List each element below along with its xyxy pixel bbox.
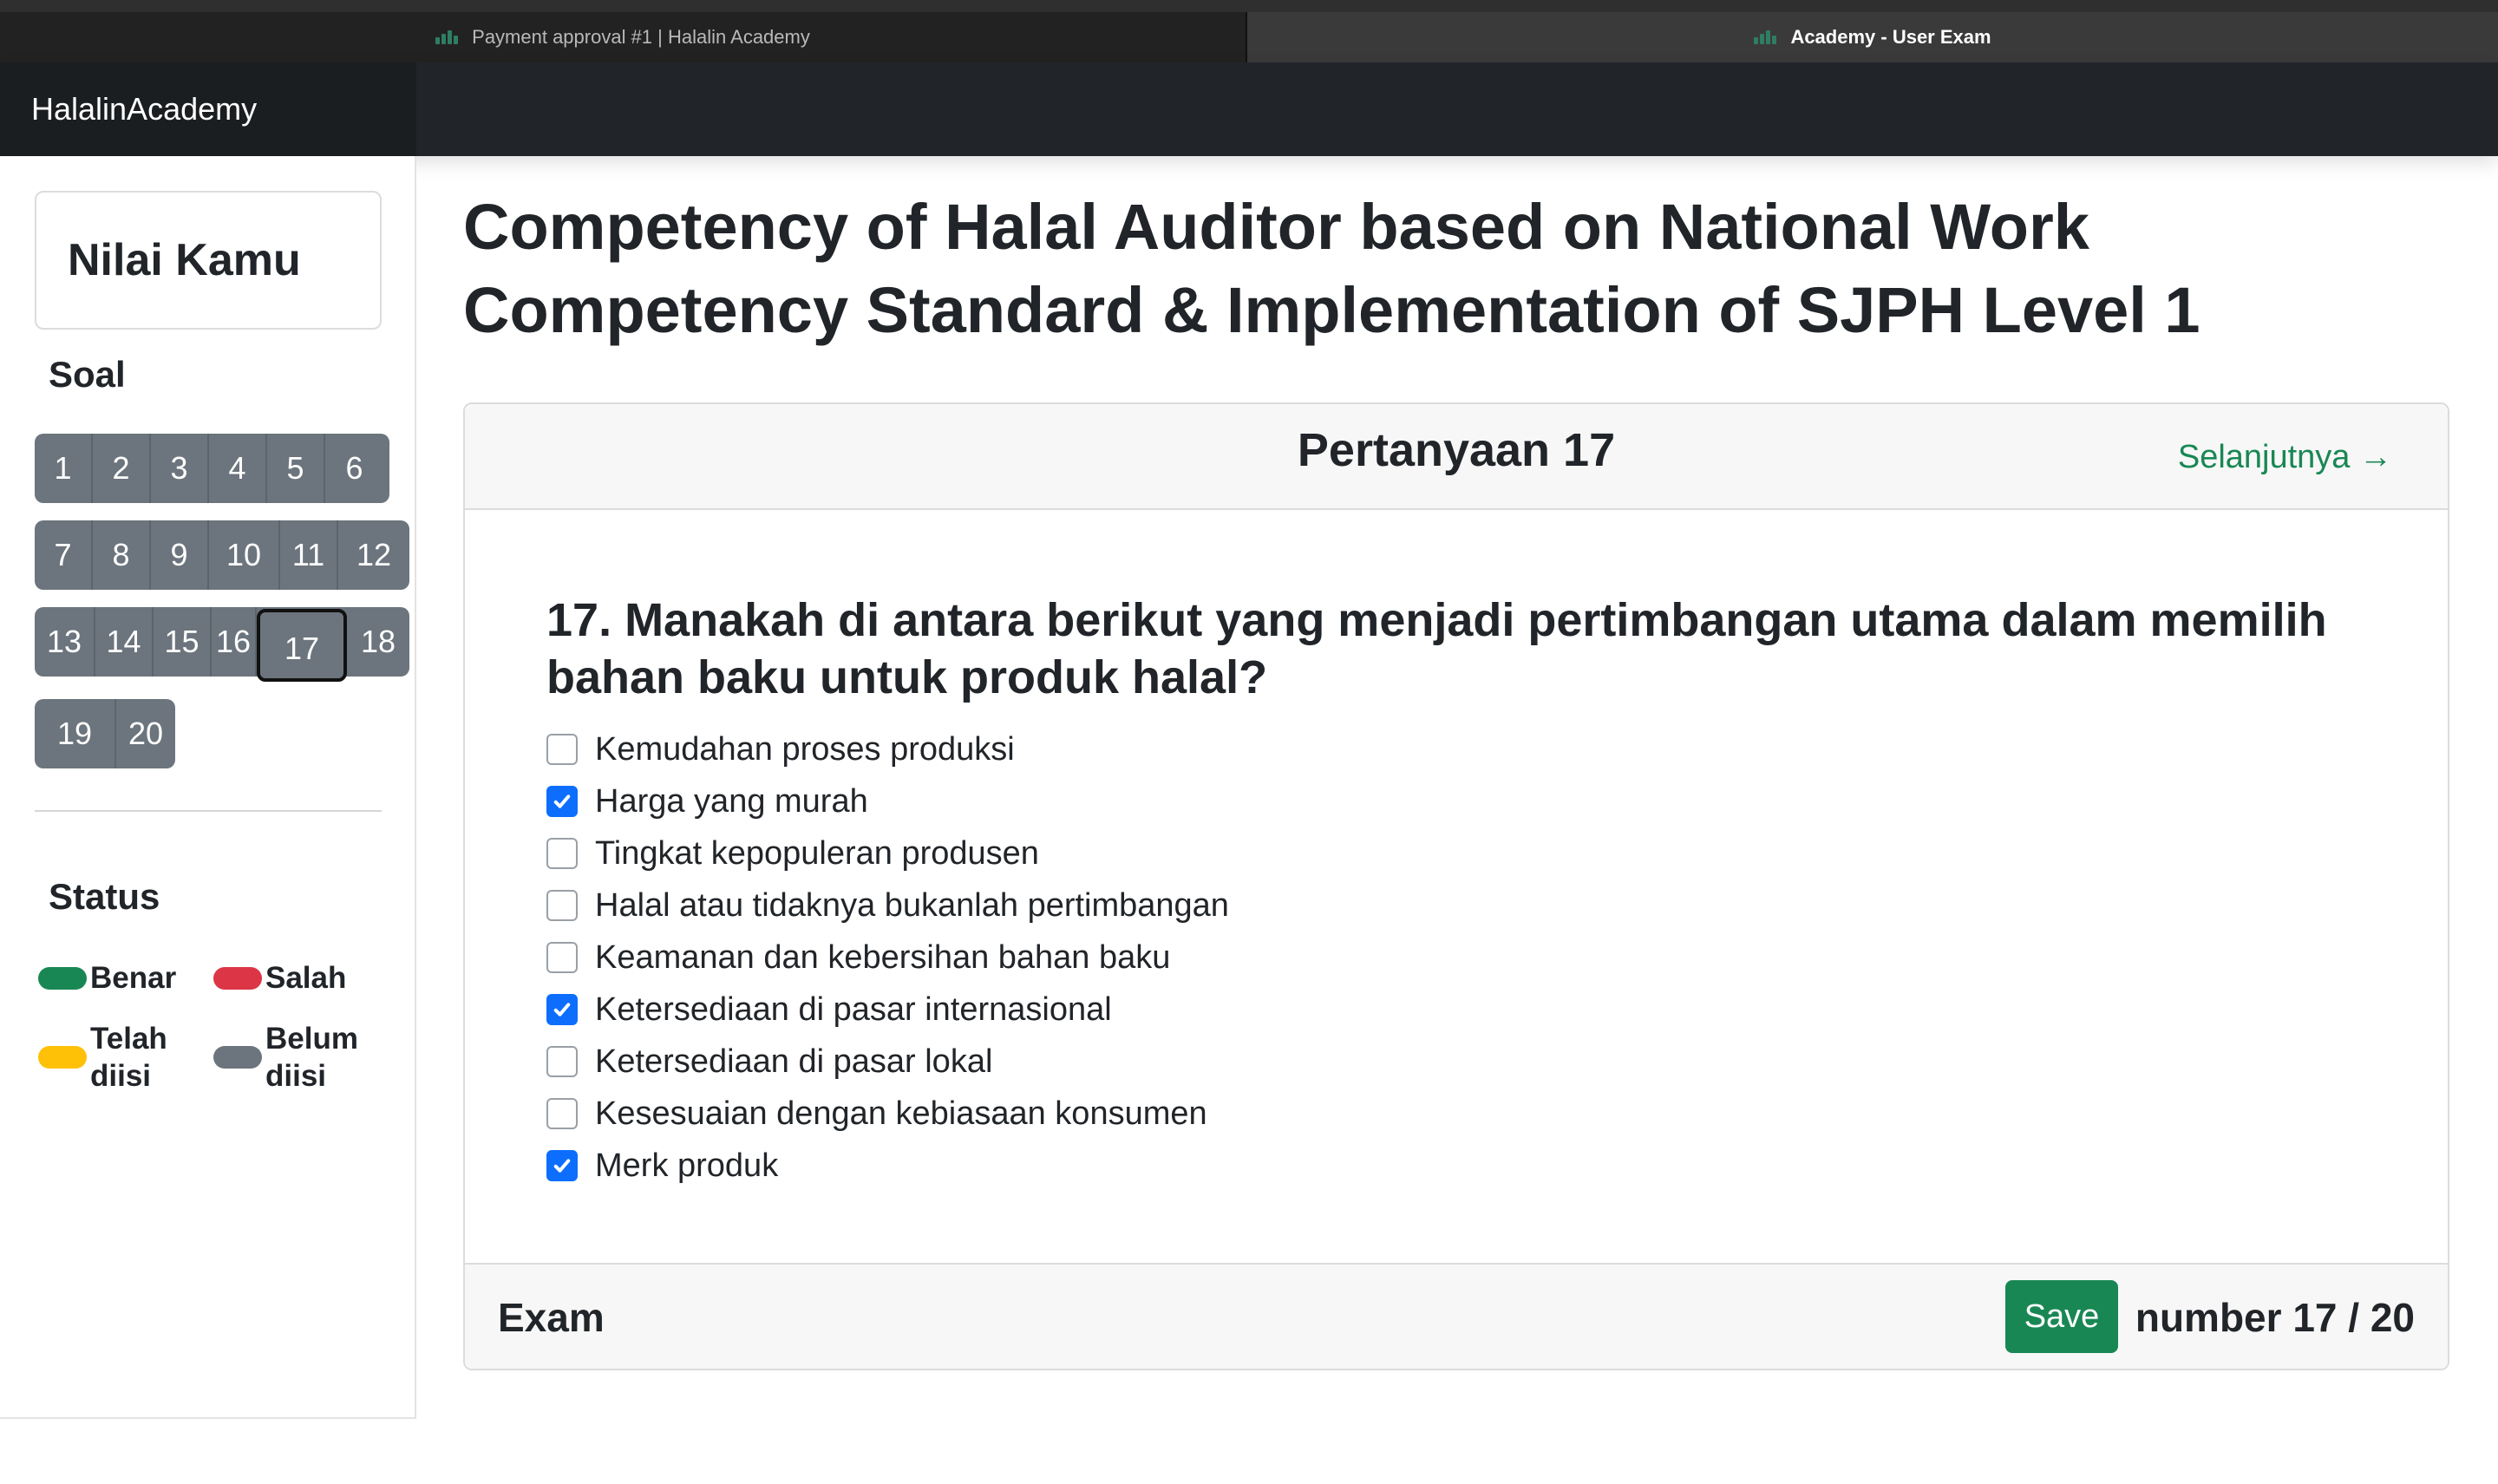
question-card-header: Pertanyaan 17 Selanjutnya →	[465, 404, 2448, 510]
question-card-footer: Exam Save number 17 / 20	[465, 1263, 2448, 1369]
score-title: Nilai Kamu	[68, 235, 301, 285]
halalin-favicon-icon	[435, 30, 460, 44]
footer-exam-label: Exam	[498, 1295, 605, 1340]
option-7[interactable]: Ketersediaan di pasar lokal	[546, 1036, 1229, 1088]
browser-top-bar	[0, 0, 2498, 12]
checkmark-icon	[553, 1003, 571, 1017]
option-label: Kemudahan proses produksi	[595, 730, 1015, 768]
next-question-link[interactable]: Selanjutnya →	[2178, 439, 2392, 476]
brand-container: HalalinAcademy	[0, 62, 416, 156]
legend-wrong-label: Salah	[265, 961, 347, 995]
option-label: Halal atau tidaknya bukanlah pertimbanga…	[595, 886, 1229, 924]
save-button[interactable]: Save	[2005, 1280, 2118, 1353]
option-label: Tingkat kepopuleran produsen	[595, 834, 1039, 872]
checkbox-checked[interactable]	[546, 1150, 578, 1181]
checkmark-icon	[553, 794, 571, 808]
legend-answered-swatch	[38, 1046, 87, 1069]
legend-correct-label: Benar	[90, 961, 177, 995]
sidebar: Nilai Kamu Soal 1 2 3 4 5 6 7 8 9 10 11 …	[0, 156, 416, 1419]
browser-tab-user-exam[interactable]: Academy - User Exam	[1247, 12, 2498, 62]
question-button-5[interactable]: 5	[267, 434, 325, 503]
browser-tab-title: Academy - User Exam	[1790, 26, 1991, 48]
question-button-3[interactable]: 3	[151, 434, 209, 503]
checkmark-icon	[553, 1159, 571, 1173]
option-2[interactable]: Harga yang murah	[546, 775, 1229, 827]
question-button-10[interactable]: 10	[209, 520, 280, 590]
checkbox[interactable]	[546, 1098, 578, 1129]
question-button-row-2: 7 8 9 10 11 12	[35, 520, 409, 590]
option-9[interactable]: Merk produk	[546, 1140, 1229, 1192]
answer-options: Kemudahan proses produksi Harga yang mur…	[546, 723, 1229, 1192]
sidebar-divider	[35, 810, 382, 812]
option-1[interactable]: Kemudahan proses produksi	[546, 723, 1229, 775]
option-label: Merk produk	[595, 1147, 779, 1184]
top-navbar: HalalinAcademy	[0, 62, 2498, 156]
browser-tab-title: Payment approval #1 | Halalin Academy	[472, 26, 810, 48]
legend-answered-line2: diisi	[90, 1059, 152, 1093]
checkbox-checked[interactable]	[546, 786, 578, 817]
browser-tab-payment-approval[interactable]: Payment approval #1 | Halalin Academy	[0, 12, 1247, 62]
question-card: Pertanyaan 17 Selanjutnya → 17. Manakah …	[463, 402, 2449, 1370]
checkbox[interactable]	[546, 838, 578, 869]
legend-wrong: Salah	[213, 959, 346, 997]
option-6[interactable]: Ketersediaan di pasar internasional	[546, 984, 1229, 1036]
questions-heading: Soal	[49, 354, 126, 395]
option-label: Ketersediaan di pasar lokal	[595, 1043, 993, 1080]
question-button-20[interactable]: 20	[116, 699, 175, 768]
question-button-14[interactable]: 14	[95, 607, 154, 677]
checkbox[interactable]	[546, 1046, 578, 1077]
option-4[interactable]: Halal atau tidaknya bukanlah pertimbanga…	[546, 879, 1229, 932]
question-button-13[interactable]: 13	[35, 607, 95, 677]
option-label: Keamanan dan kebersihan bahan baku	[595, 938, 1171, 976]
question-counter: number 17 / 20	[2135, 1295, 2415, 1340]
status-heading: Status	[49, 876, 160, 917]
legend-answered: Telah diisi	[38, 1020, 167, 1095]
legend-unanswered-label: Belum diisi	[265, 1020, 358, 1095]
legend-unanswered-line1: Belum	[265, 1022, 358, 1056]
score-card: Nilai Kamu	[35, 191, 382, 330]
option-5[interactable]: Keamanan dan kebersihan bahan baku	[546, 932, 1229, 984]
legend-unanswered-swatch	[213, 1046, 262, 1069]
question-button-4[interactable]: 4	[209, 434, 267, 503]
legend-correct-swatch	[38, 966, 87, 990]
option-3[interactable]: Tingkat kepopuleran produsen	[546, 827, 1229, 879]
browser-tab-strip: Payment approval #1 | Halalin Academy Ac…	[0, 0, 2498, 62]
legend-correct: Benar	[38, 959, 176, 997]
option-label: Harga yang murah	[595, 782, 868, 820]
legend-unanswered-line2: diisi	[265, 1059, 327, 1093]
legend-unanswered: Belum diisi	[213, 1020, 358, 1095]
legend-answered-line1: Telah	[90, 1022, 167, 1056]
question-button-18[interactable]: 18	[347, 607, 409, 677]
question-button-6[interactable]: 6	[325, 434, 383, 503]
option-label: Kesesuaian dengan kebiasaan konsumen	[595, 1095, 1207, 1132]
question-button-19[interactable]: 19	[35, 699, 116, 768]
question-button-row-1: 1 2 3 4 5 6	[35, 434, 389, 503]
legend-wrong-swatch	[213, 966, 262, 990]
question-button-11[interactable]: 11	[280, 520, 338, 590]
question-button-15[interactable]: 15	[154, 607, 212, 677]
question-button-row-4: 19 20	[35, 699, 175, 768]
checkbox[interactable]	[546, 734, 578, 765]
question-button-17-current[interactable]: 17	[257, 609, 347, 682]
page-title: Competency of Halal Auditor based on Nat…	[463, 191, 2200, 346]
halalin-favicon-icon	[1754, 30, 1778, 44]
question-text: 17. Manakah di antara berikut yang menja…	[546, 594, 2327, 703]
checkbox-checked[interactable]	[546, 994, 578, 1025]
checkbox[interactable]	[546, 890, 578, 921]
brand-link[interactable]: HalalinAcademy	[31, 91, 257, 127]
question-button-9[interactable]: 9	[151, 520, 209, 590]
option-label: Ketersediaan di pasar internasional	[595, 990, 1112, 1028]
question-button-row-3: 13 14 15 16 17 18	[35, 607, 409, 682]
question-button-12[interactable]: 12	[338, 520, 409, 590]
legend-answered-label: Telah diisi	[90, 1020, 167, 1095]
question-button-7[interactable]: 7	[35, 520, 93, 590]
question-button-2[interactable]: 2	[93, 434, 151, 503]
option-8[interactable]: Kesesuaian dengan kebiasaan konsumen	[546, 1088, 1229, 1140]
question-button-8[interactable]: 8	[93, 520, 151, 590]
question-button-1[interactable]: 1	[35, 434, 93, 503]
question-button-16[interactable]: 16	[212, 607, 257, 677]
question-number-title: Pertanyaan 17	[1297, 424, 1616, 476]
checkbox[interactable]	[546, 942, 578, 973]
